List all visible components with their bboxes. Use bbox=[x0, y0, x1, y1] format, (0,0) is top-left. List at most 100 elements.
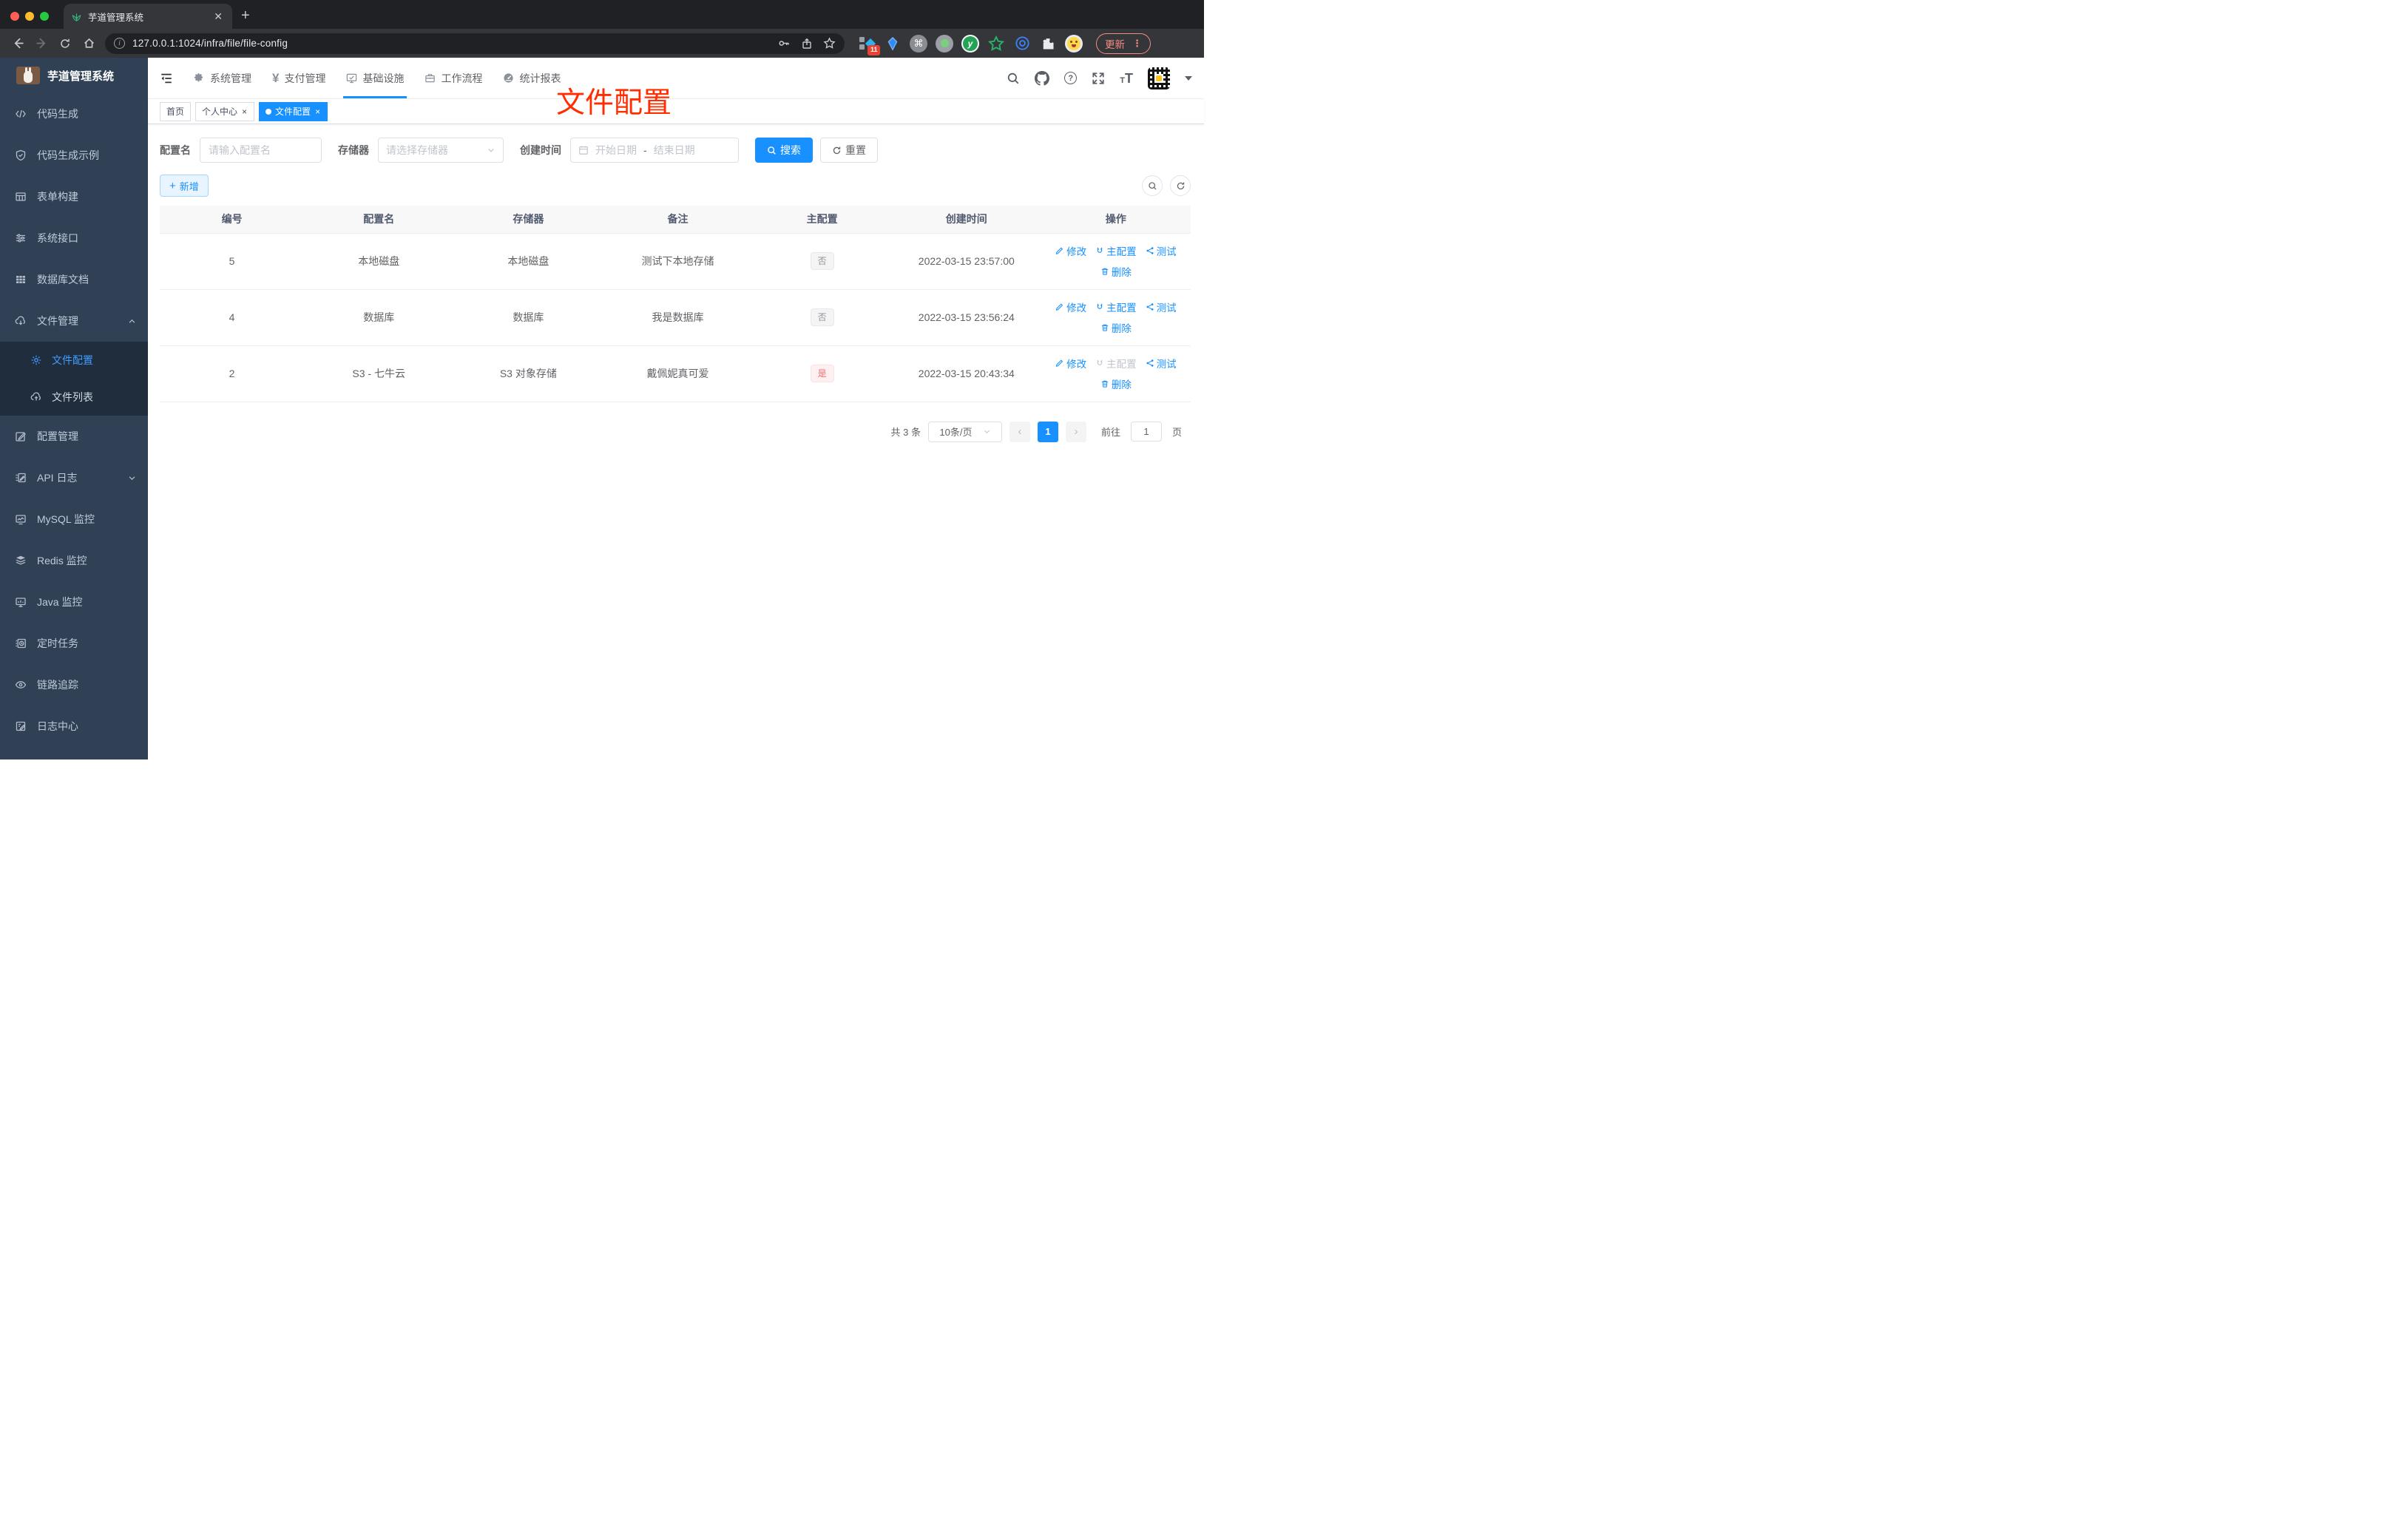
browser-tab[interactable]: 芋道管理系统 ✕ bbox=[64, 4, 232, 29]
nav-item-payment-management[interactable]: ¥ 支付管理 bbox=[262, 58, 336, 98]
chrome-update-button[interactable]: 更新 ⋮ bbox=[1096, 33, 1151, 54]
sidebar-item-api-log[interactable]: API 日志 bbox=[0, 457, 148, 498]
col-header-actions: 操作 bbox=[1041, 206, 1191, 234]
edit-action[interactable]: 修改 bbox=[1055, 300, 1086, 314]
github-icon[interactable] bbox=[1035, 70, 1050, 86]
sidebar-item-label: 定时任务 bbox=[37, 637, 78, 649]
edit-action[interactable]: 修改 bbox=[1055, 356, 1086, 371]
date-range-picker[interactable]: 开始日期 - 结束日期 bbox=[570, 138, 739, 163]
extension-star-icon[interactable] bbox=[987, 35, 1005, 53]
sidebar-item-code-gen-example[interactable]: 代码生成示例 bbox=[0, 135, 148, 176]
password-key-icon[interactable] bbox=[778, 37, 791, 50]
close-icon[interactable]: × bbox=[314, 107, 321, 116]
forward-button[interactable] bbox=[31, 33, 52, 54]
sidebar-item-label: 文件管理 bbox=[37, 315, 78, 327]
sidebar-item-code-gen[interactable]: 代码生成 bbox=[0, 93, 148, 135]
window-controls[interactable] bbox=[0, 12, 64, 29]
edit-action-label: 修改 bbox=[1066, 359, 1087, 370]
add-button[interactable]: + 新增 bbox=[160, 175, 209, 197]
reload-button[interactable] bbox=[55, 33, 75, 54]
cell-remark: 戴佩妮真可爱 bbox=[603, 345, 753, 402]
sidebar-item-form-builder[interactable]: 表单构建 bbox=[0, 176, 148, 217]
delete-action[interactable]: 删除 bbox=[1100, 376, 1132, 391]
search-button[interactable]: 搜索 bbox=[755, 138, 813, 163]
zoom-window-button[interactable] bbox=[40, 12, 49, 21]
sidebar-item-file-list[interactable]: 文件列表 bbox=[0, 379, 148, 416]
app-logo[interactable]: 芋道管理系统 bbox=[0, 58, 148, 93]
delete-action[interactable]: 删除 bbox=[1100, 264, 1132, 279]
nav-item-workflow[interactable]: 工作流程 bbox=[414, 58, 493, 98]
extension-recorder-icon[interactable] bbox=[936, 34, 953, 53]
extension-command-icon[interactable]: ⌘ bbox=[910, 34, 927, 53]
master-config-action[interactable]: 主配置 bbox=[1095, 243, 1137, 258]
nav-item-system-management[interactable]: 系统管理 bbox=[183, 58, 262, 98]
config-name-input[interactable] bbox=[200, 138, 322, 163]
extension-y-icon[interactable]: y bbox=[961, 34, 979, 53]
site-info-icon[interactable]: i bbox=[114, 38, 125, 49]
page-number-button[interactable]: 1 bbox=[1037, 421, 1058, 442]
refresh-table-button[interactable] bbox=[1170, 175, 1191, 196]
sidebar-item-file-config[interactable]: 文件配置 bbox=[0, 342, 148, 379]
master-tag: 是 bbox=[810, 365, 834, 382]
new-tab-button[interactable]: + bbox=[241, 7, 250, 24]
sidebar-item-java-monitor[interactable]: Java 监控 bbox=[0, 581, 148, 623]
close-icon[interactable]: × bbox=[241, 107, 248, 116]
pagination-total: 共 3 条 bbox=[890, 427, 921, 438]
url-text[interactable]: 127.0.0.1:1024/infra/file/file-config bbox=[132, 38, 288, 49]
sidebar-item-redis-monitor[interactable]: Redis 监控 bbox=[0, 540, 148, 581]
test-action[interactable]: 测试 bbox=[1146, 243, 1177, 258]
tab-close-icon[interactable]: ✕ bbox=[212, 10, 225, 23]
extension-gem-icon[interactable] bbox=[884, 35, 902, 53]
test-action[interactable]: 测试 bbox=[1146, 356, 1177, 371]
cloud-upload-icon bbox=[30, 392, 41, 401]
close-window-button[interactable] bbox=[10, 12, 19, 21]
sidebar-item-config-management[interactable]: 配置管理 bbox=[0, 416, 148, 457]
browser-toolbar: i 127.0.0.1:1024/infra/file/file-config … bbox=[0, 29, 1204, 58]
edit-action[interactable]: 修改 bbox=[1055, 243, 1086, 258]
sidebar-item-db-doc[interactable]: 数据库文档 bbox=[0, 259, 148, 300]
chrome-menu-icon[interactable]: ⋮ bbox=[1132, 38, 1142, 50]
extension-emoji-icon[interactable] bbox=[1065, 34, 1083, 53]
sidebar-fold-icon[interactable] bbox=[160, 72, 173, 85]
caret-down-icon[interactable] bbox=[1185, 75, 1192, 81]
bookmark-star-icon[interactable] bbox=[823, 37, 836, 50]
avatar[interactable] bbox=[1148, 67, 1170, 89]
master-config-action[interactable]: 主配置 bbox=[1095, 300, 1137, 314]
page-size-value: 10条/页 bbox=[939, 427, 973, 438]
delete-action[interactable]: 删除 bbox=[1100, 320, 1132, 335]
home-button[interactable] bbox=[78, 33, 99, 54]
tab-file-config[interactable]: 文件配置 × bbox=[259, 101, 328, 121]
sidebar-item-system-api[interactable]: 系统接口 bbox=[0, 217, 148, 259]
sidebar-item-file-management[interactable]: 文件管理 bbox=[0, 300, 148, 342]
storage-select[interactable]: 请选择存储器 bbox=[378, 138, 504, 163]
nav-item-infrastructure[interactable]: 基础设施 bbox=[336, 58, 414, 98]
minimize-window-button[interactable] bbox=[25, 12, 34, 21]
fullscreen-icon[interactable] bbox=[1092, 72, 1105, 85]
address-bar[interactable]: i 127.0.0.1:1024/infra/file/file-config bbox=[105, 33, 845, 54]
extension-sketch-icon[interactable]: 11 bbox=[858, 35, 880, 55]
reset-button[interactable]: 重置 bbox=[820, 138, 878, 163]
test-action[interactable]: 测试 bbox=[1146, 300, 1177, 314]
back-button[interactable] bbox=[7, 33, 28, 54]
search-icon[interactable] bbox=[1007, 72, 1020, 85]
sidebar-item-log-center[interactable]: 日志中心 bbox=[0, 706, 148, 747]
extension-eye-icon[interactable] bbox=[1013, 35, 1031, 53]
extensions-puzzle-icon[interactable] bbox=[1039, 35, 1057, 53]
page-size-select[interactable]: 10条/页 bbox=[927, 421, 1002, 442]
sidebar-item-label: 日志中心 bbox=[37, 720, 78, 732]
help-icon[interactable]: ? bbox=[1064, 72, 1078, 84]
goto-page-input[interactable] bbox=[1130, 422, 1162, 442]
sidebar-item-tracing[interactable]: 链路追踪 bbox=[0, 664, 148, 706]
tab-home[interactable]: 首页 bbox=[160, 101, 192, 121]
sidebar-item-scheduled-tasks[interactable]: 定时任务 bbox=[0, 623, 148, 664]
goto-suffix: 页 bbox=[1171, 427, 1182, 438]
prev-page-button[interactable]: ‹ bbox=[1009, 421, 1030, 442]
next-page-button[interactable]: › bbox=[1065, 421, 1086, 442]
toggle-search-button[interactable] bbox=[1142, 175, 1163, 196]
sidebar-item-mysql-monitor[interactable]: MySQL 监控 bbox=[0, 498, 148, 540]
search-button-label: 搜索 bbox=[780, 144, 801, 156]
sidebar-item-label: 代码生成 bbox=[37, 108, 78, 120]
tab-profile[interactable]: 个人中心 × bbox=[195, 101, 255, 121]
font-size-icon[interactable]: TT bbox=[1120, 72, 1133, 85]
share-icon[interactable] bbox=[801, 38, 813, 50]
